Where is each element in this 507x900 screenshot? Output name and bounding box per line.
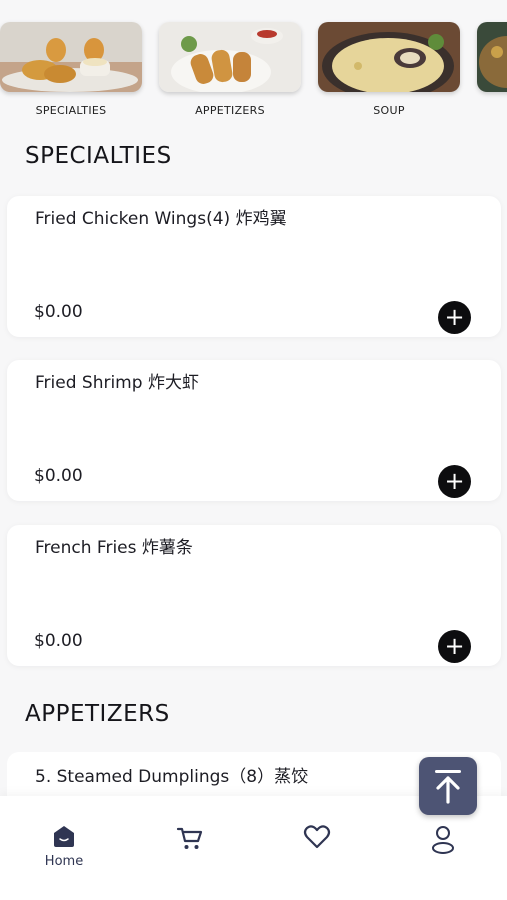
category-image-next[interactable]	[477, 22, 507, 92]
menu-item-name: French Fries 炸薯条	[35, 538, 193, 558]
plus-icon: +	[444, 302, 465, 331]
nav-item-profile[interactable]	[413, 824, 473, 854]
scroll-to-top-button[interactable]	[419, 757, 477, 815]
category-label: SPECIALTIES	[35, 104, 107, 117]
category-appetizers[interactable]: APPETIZERS	[159, 22, 301, 117]
menu-item-name: Fried Shrimp 炸大虾	[35, 373, 199, 393]
user-icon	[432, 826, 454, 854]
nav-item-cart[interactable]	[160, 824, 220, 852]
cart-icon	[176, 827, 203, 849]
menu-item-price: $0.00	[34, 631, 83, 651]
category-soup[interactable]: SOUP	[318, 22, 460, 117]
nav-label-home: Home	[44, 854, 84, 869]
nav-item-home[interactable]: Home	[34, 824, 94, 869]
home-icon	[54, 826, 74, 847]
plus-icon: +	[444, 466, 465, 495]
menu-page: SPECIALTIES APPETIZERS SOUP SPECIALTIES …	[0, 0, 507, 900]
nav-item-favorites[interactable]	[287, 824, 347, 850]
menu-item-card[interactable]: Fried Shrimp 炸大虾 $0.00 +	[7, 360, 501, 501]
menu-item-price: $0.00	[34, 302, 83, 322]
category-specialties[interactable]: SPECIALTIES	[0, 22, 142, 117]
category-image-appetizers[interactable]	[159, 22, 301, 92]
add-to-cart-button[interactable]: +	[438, 630, 471, 663]
menu-item-card[interactable]: French Fries 炸薯条 $0.00 +	[7, 525, 501, 666]
arrow-up-to-top-icon	[435, 770, 461, 804]
menu-item-price: $0.00	[34, 466, 83, 486]
plus-icon: +	[444, 631, 465, 660]
add-to-cart-button[interactable]: +	[438, 465, 471, 498]
category-carousel[interactable]: SPECIALTIES APPETIZERS SOUP	[0, 0, 507, 130]
section-title-specialties: SPECIALTIES	[25, 143, 172, 169]
category-next[interactable]	[477, 22, 507, 92]
section-title-appetizers: APPETIZERS	[25, 701, 170, 727]
category-label: APPETIZERS	[195, 104, 265, 117]
menu-item-card[interactable]: Fried Chicken Wings(4) 炸鸡翼 $0.00 +	[7, 196, 501, 337]
add-to-cart-button[interactable]: +	[438, 301, 471, 334]
category-image-soup[interactable]	[318, 22, 460, 92]
category-image-specialties[interactable]	[0, 22, 142, 92]
heart-icon	[303, 825, 331, 849]
menu-item-name: 5. Steamed Dumplings（8）蒸饺	[35, 767, 309, 787]
menu-item-name: Fried Chicken Wings(4) 炸鸡翼	[35, 209, 287, 229]
category-label: SOUP	[373, 104, 405, 117]
